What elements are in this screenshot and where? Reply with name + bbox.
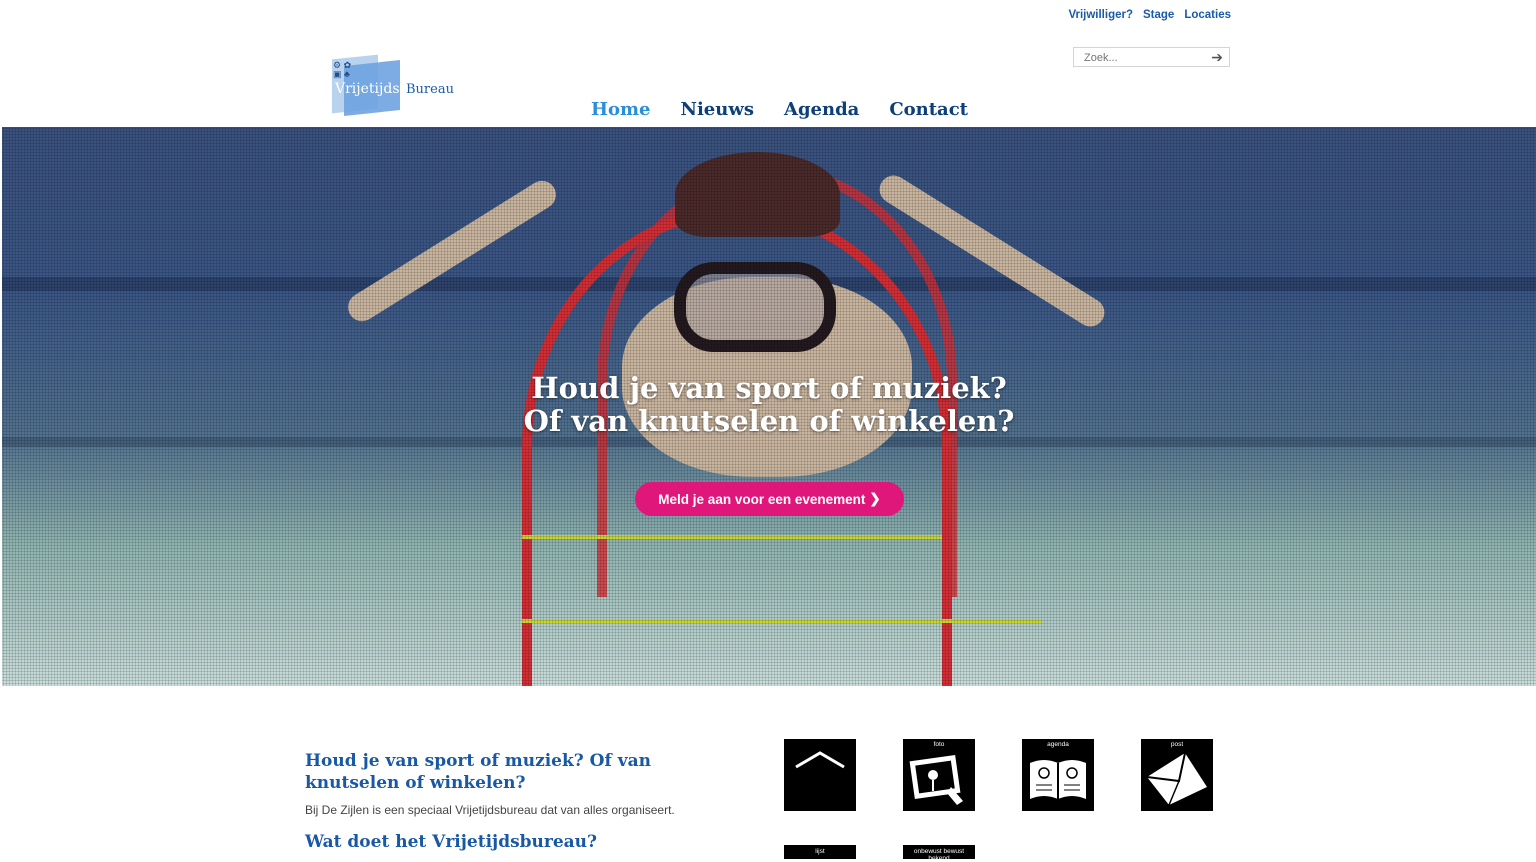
internship-link[interactable]: Stage <box>1143 9 1174 21</box>
nav-home[interactable]: Home <box>591 99 651 120</box>
tile-up[interactable] <box>784 739 856 811</box>
search-input[interactable] <box>1074 49 1214 67</box>
locations-link[interactable]: Locaties <box>1184 9 1231 21</box>
top-links: Vrijwilliger? Stage Locaties <box>1068 9 1231 21</box>
tile-link[interactable]: onbewust bewust bekend <box>903 845 975 862</box>
arrow-right-icon[interactable]: ➔ <box>1211 49 1223 66</box>
logo-text-vrijetijds: Vrijetijds <box>335 81 400 97</box>
chevron-right-icon: ❯ <box>869 491 881 506</box>
intro-text: Bij De Zijlen is een speciaal Vrijetijds… <box>305 803 675 817</box>
envelope-icon <box>1146 752 1207 806</box>
logo-text-bureau: Bureau <box>406 82 454 97</box>
hero-title: Houd je van sport of muziek? Of van knut… <box>2 372 1536 438</box>
signup-event-button[interactable]: Meld je aan voor een evenement ❯ <box>635 482 904 516</box>
intro-title: Houd je van sport of muziek? Of van knut… <box>305 751 651 793</box>
main-nav: Home Nieuws Agenda Contact <box>591 99 968 120</box>
search-box: ➔ <box>1073 47 1230 67</box>
tile-agenda[interactable]: agenda <box>1022 739 1094 811</box>
hero-line-2: Of van knutselen of winkelen? <box>523 404 1015 438</box>
volunteer-link[interactable]: Vrijwilliger? <box>1068 9 1133 21</box>
hero-line-1: Houd je van sport of muziek? <box>531 371 1007 405</box>
intro-subtitle: Wat doet het Vrijetijdsbureau? <box>305 832 598 852</box>
cta-label: Meld je aan voor een evenement <box>658 491 866 507</box>
photo-icon <box>909 754 963 805</box>
chevron-up-icon <box>795 751 845 769</box>
tile-list[interactable]: lijst <box>784 845 856 859</box>
tile-mail[interactable]: post <box>1141 739 1213 811</box>
tile-photo[interactable]: foto <box>903 739 975 811</box>
logo-pictograms: ⚙ ✿ ▣ ♣ <box>333 60 352 79</box>
nav-agenda[interactable]: Agenda <box>784 99 859 120</box>
hero-banner: Houd je van sport of muziek? Of van knut… <box>2 127 1536 686</box>
book-icon <box>1030 760 1086 799</box>
nav-news[interactable]: Nieuws <box>681 99 754 120</box>
intro-section: Houd je van sport of muziek? Of van knut… <box>305 750 745 852</box>
tile-list-label: lijst <box>815 848 825 855</box>
logo[interactable]: ⚙ ✿ ▣ ♣ Vrijetijds Bureau <box>328 54 463 117</box>
nav-contact[interactable]: Contact <box>889 99 968 120</box>
